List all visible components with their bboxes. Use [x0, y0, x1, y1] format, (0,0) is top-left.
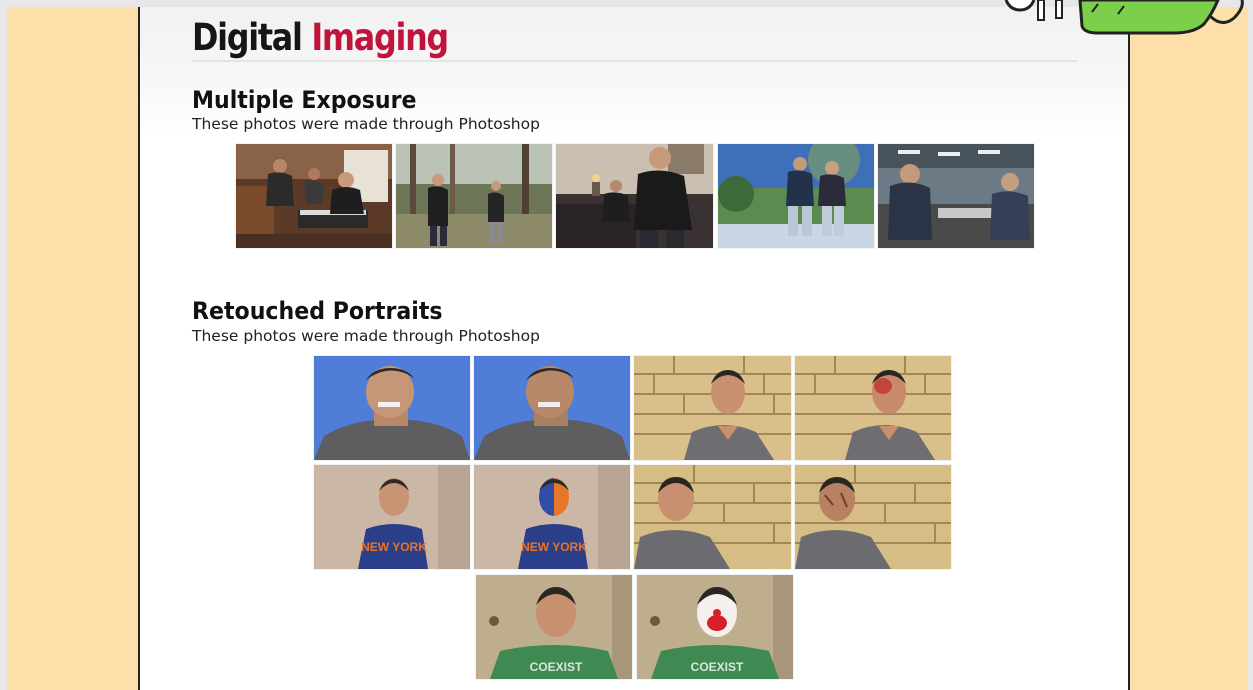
- portrait-photo-6[interactable]: NEW YORK: [473, 464, 631, 570]
- section-subtitle-retouched-portraits: These photos were made through Photoshop: [192, 327, 540, 345]
- page-title-word-2: Imaging: [311, 16, 449, 59]
- heading-divider: [192, 60, 1077, 62]
- multiple-exposure-photo-4[interactable]: [717, 143, 875, 249]
- portrait-photo-1[interactable]: [313, 355, 471, 461]
- portrait-photo-8[interactable]: [794, 464, 952, 570]
- multiple-exposure-photo-5[interactable]: [877, 143, 1035, 249]
- multiple-exposure-photo-2[interactable]: [395, 143, 553, 249]
- section-title-multiple-exposure: Multiple Exposure: [192, 86, 417, 114]
- portrait-photo-3[interactable]: [633, 355, 792, 461]
- multiple-exposure-photo-3[interactable]: [555, 143, 714, 249]
- portrait-photo-5[interactable]: NEW YORK: [313, 464, 471, 570]
- page-title-word-1: Digital: [192, 16, 303, 59]
- portrait-photo-10[interactable]: COEXIST: [636, 574, 794, 680]
- section-title-retouched-portraits: Retouched Portraits: [192, 297, 443, 325]
- portrait-photo-9[interactable]: COEXIST: [475, 574, 633, 680]
- svg-text:NEW YORK: NEW YORK: [361, 540, 427, 554]
- svg-text:NEW YORK: NEW YORK: [521, 540, 587, 554]
- multiple-exposure-photo-1[interactable]: [235, 143, 393, 249]
- portrait-photo-2[interactable]: [473, 355, 631, 461]
- svg-text:COEXIST: COEXIST: [691, 660, 744, 674]
- cactus-mascot-illustration: [1004, 0, 1244, 35]
- page-title: Digital Imaging: [192, 14, 449, 62]
- portrait-photo-4[interactable]: [794, 355, 952, 461]
- portrait-photo-7[interactable]: [633, 464, 792, 570]
- svg-text:COEXIST: COEXIST: [530, 660, 583, 674]
- section-subtitle-multiple-exposure: These photos were made through Photoshop: [192, 115, 540, 133]
